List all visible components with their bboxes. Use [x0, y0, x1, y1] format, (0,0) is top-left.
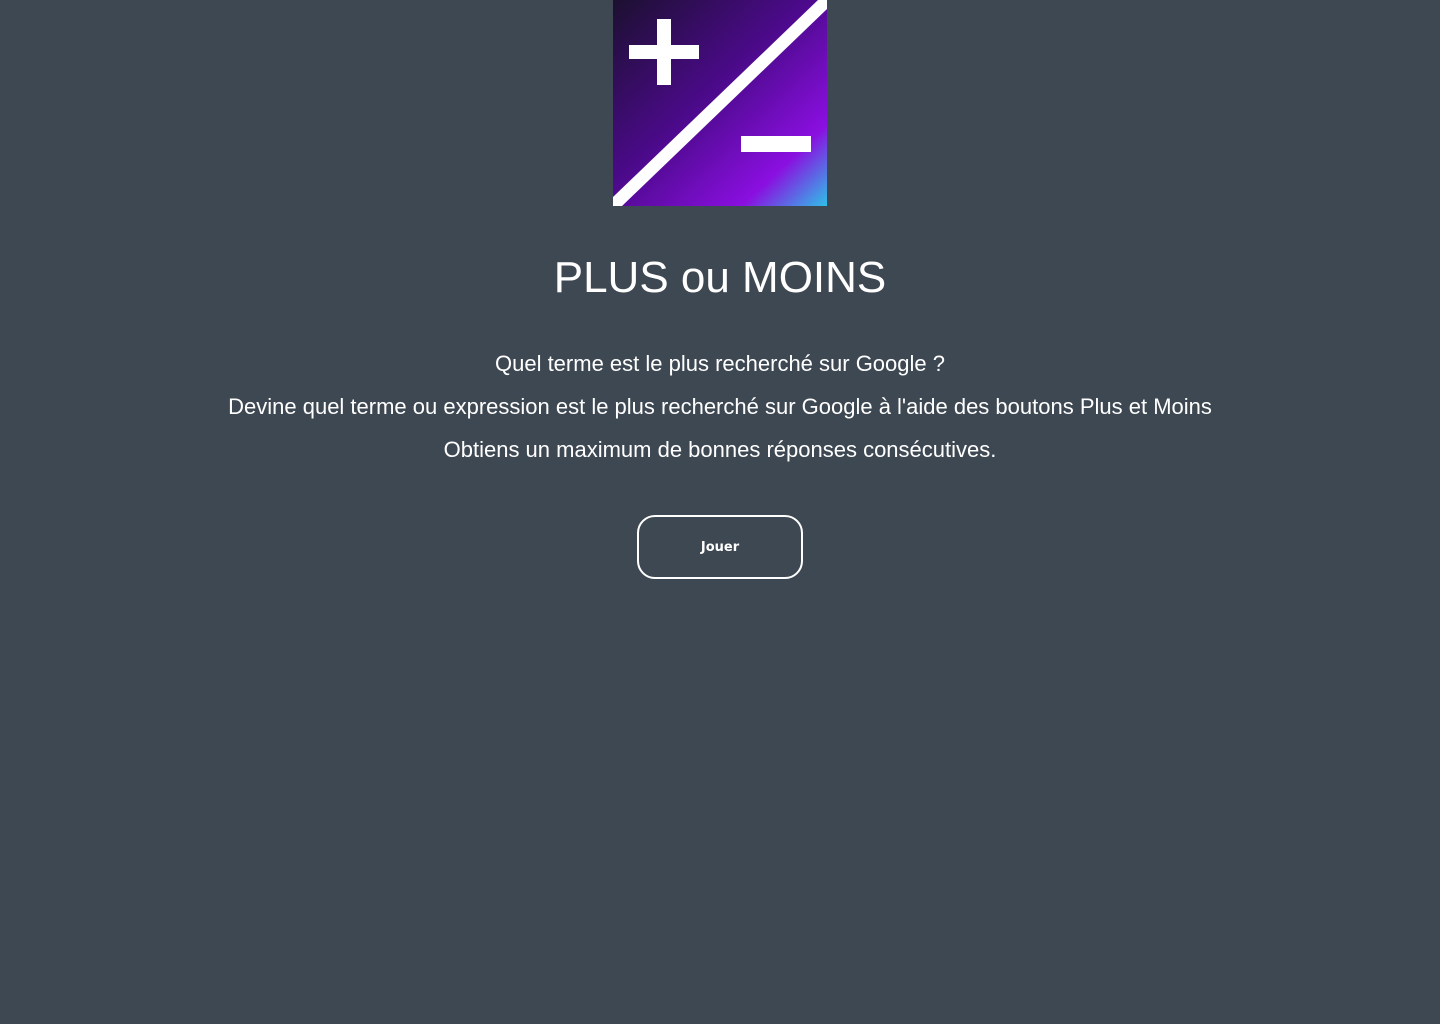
play-button[interactable]: Jouer	[637, 515, 803, 579]
description-question: Quel terme est le plus recherché sur Goo…	[494, 351, 945, 376]
page-title: PLUS ou MOINS	[553, 253, 887, 302]
description-goal: Obtiens un maximum de bonnes réponses co…	[443, 437, 997, 462]
plus-minus-logo-icon	[613, 0, 827, 206]
description-instructions: Devine quel terme ou expression est le p…	[228, 394, 1212, 419]
